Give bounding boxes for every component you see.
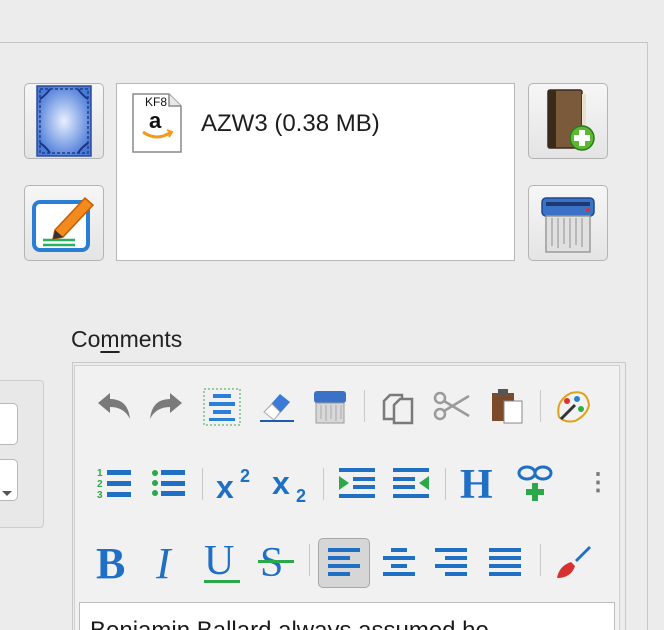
svg-text:3: 3	[97, 490, 103, 500]
cut-icon[interactable]	[432, 388, 472, 424]
comments-text-area[interactable]: Benjamin Ballard always assumed he	[79, 602, 615, 630]
redo-icon[interactable]	[148, 388, 184, 424]
toolbar-separator	[540, 544, 541, 576]
palette-icon[interactable]	[552, 386, 592, 426]
svg-text:2: 2	[240, 466, 250, 486]
svg-text:B: B	[96, 539, 125, 586]
align-right-icon[interactable]	[432, 544, 470, 582]
format-label: AZW3 (0.38 MB)	[201, 110, 380, 137]
toolbar-separator	[364, 390, 365, 422]
side-field[interactable]	[0, 403, 18, 445]
edit-pencil-icon	[32, 196, 95, 252]
brush-icon[interactable]	[552, 540, 594, 584]
eraser-icon[interactable]	[258, 388, 296, 424]
side-controls-panel	[0, 380, 44, 528]
paste-icon[interactable]	[486, 386, 526, 426]
formats-list[interactable]: KF8 a AZW3 (0.38 MB)	[116, 83, 515, 261]
toolbar-separator	[323, 468, 324, 500]
toolbar-separator	[309, 544, 310, 576]
select-all-icon[interactable]	[203, 388, 241, 426]
toolbar-separator	[202, 468, 203, 500]
strikethrough-icon[interactable]: S	[256, 536, 298, 586]
more-icon[interactable]: ⋮	[586, 468, 610, 496]
shredder-icon	[541, 197, 595, 253]
align-center-icon[interactable]	[380, 544, 418, 582]
heading-icon[interactable]: H	[456, 458, 502, 506]
edit-metadata-button[interactable]	[24, 185, 104, 261]
cover-button[interactable]	[24, 83, 104, 159]
side-dropdown[interactable]	[0, 459, 18, 501]
add-format-button[interactable]	[528, 83, 608, 159]
svg-text:1: 1	[97, 468, 103, 479]
comments-body-text: Benjamin Ballard always assumed he	[90, 617, 489, 630]
amazon-logo-letter: a	[149, 108, 162, 133]
superscript-icon[interactable]: x2	[214, 460, 258, 504]
svg-text:2: 2	[97, 479, 103, 490]
svg-text:2: 2	[296, 486, 306, 506]
svg-text:H: H	[460, 462, 493, 506]
italic-icon[interactable]: I	[150, 538, 190, 586]
comments-label: Comments	[71, 326, 183, 352]
kf8-file-icon: KF8 a	[132, 93, 182, 153]
align-left-icon[interactable]	[318, 538, 370, 588]
svg-text:x: x	[216, 469, 234, 504]
svg-text:U: U	[204, 538, 234, 584]
add-book-icon	[547, 89, 595, 151]
cover-image-icon	[36, 85, 92, 157]
kf8-badge-text: KF8	[145, 95, 167, 109]
clear-formatting-shredder-icon[interactable]	[311, 386, 349, 426]
undo-icon[interactable]	[96, 388, 132, 424]
ordered-list-icon[interactable]: 123	[96, 464, 134, 502]
svg-text:I: I	[155, 539, 173, 586]
outdent-icon[interactable]	[390, 464, 432, 502]
chevron-down-icon	[2, 491, 12, 496]
indent-icon[interactable]	[336, 464, 378, 502]
format-item-azw3[interactable]: KF8 a AZW3 (0.38 MB)	[131, 92, 380, 154]
unordered-list-icon[interactable]	[150, 464, 188, 502]
remove-format-button[interactable]	[528, 185, 608, 261]
subscript-icon[interactable]: x2	[270, 460, 314, 506]
justify-icon[interactable]	[486, 544, 524, 582]
toolbar-separator	[540, 390, 541, 422]
insert-link-icon[interactable]	[514, 462, 556, 504]
copy-icon[interactable]	[378, 388, 418, 426]
svg-text:x: x	[272, 465, 290, 501]
underline-icon[interactable]: U	[200, 536, 246, 586]
bold-icon[interactable]: B	[94, 538, 138, 586]
toolbar-separator	[445, 468, 446, 500]
